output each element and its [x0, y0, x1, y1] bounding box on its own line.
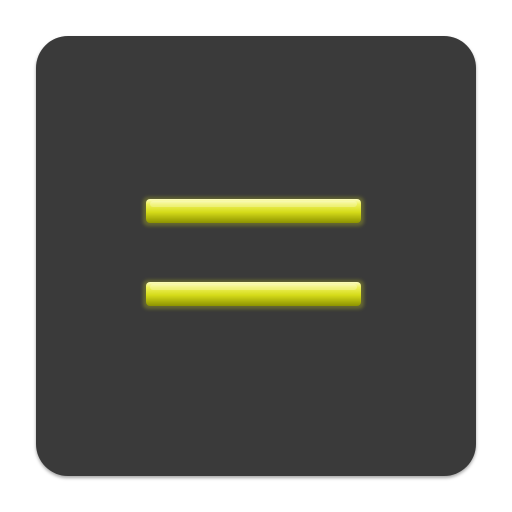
- equals-bar-bottom-highlight: [150, 284, 357, 290]
- equals-sign-icon: [143, 197, 364, 309]
- icon-stage: [0, 0, 512, 512]
- equals-bar-top-highlight: [150, 201, 357, 207]
